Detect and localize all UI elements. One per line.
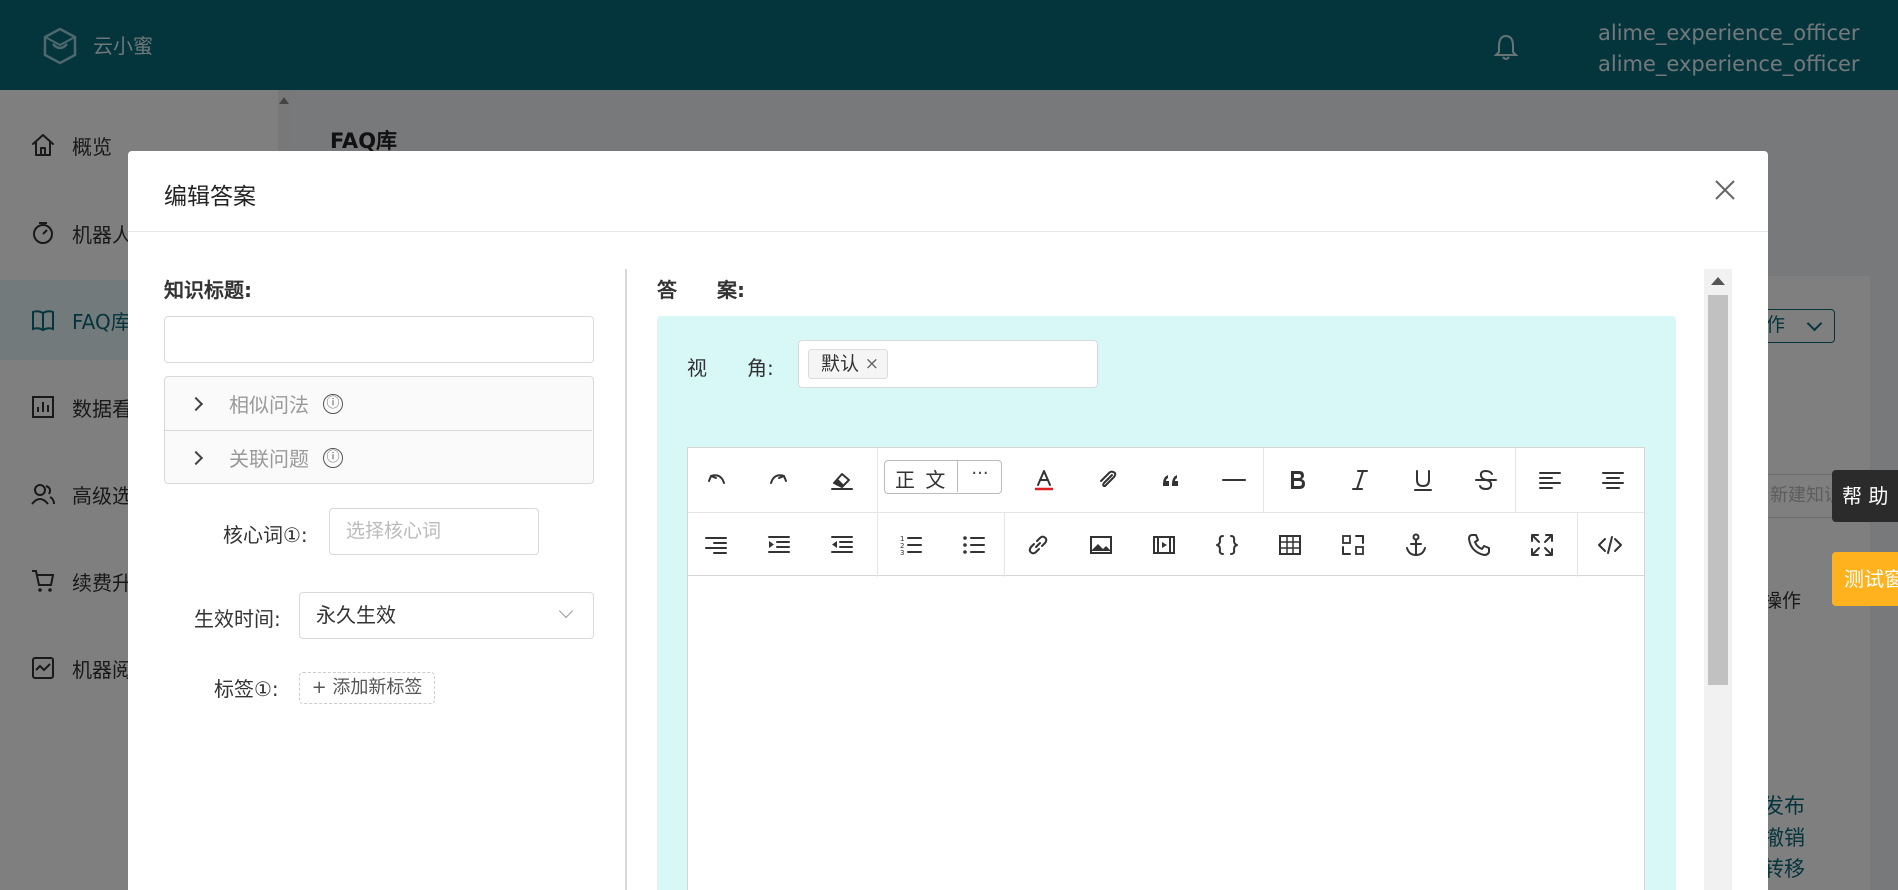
phone-icon[interactable] <box>1461 527 1497 563</box>
test-window-button[interactable]: 测试窗 <box>1832 552 1898 606</box>
knowledge-title-label: 知识标题: <box>164 278 252 302</box>
align-center-icon[interactable] <box>1595 462 1631 498</box>
toolbar-separator <box>1004 513 1005 577</box>
effective-time-label: 生效时间: <box>194 607 281 631</box>
code-braces-icon[interactable] <box>1209 527 1245 563</box>
core-word-label: 核心词①: <box>223 523 308 547</box>
view-tag-label: 默认 <box>821 353 860 375</box>
view-select[interactable]: 默认 × <box>798 340 1098 388</box>
link-icon[interactable] <box>1020 527 1056 563</box>
variable-icon[interactable] <box>1335 527 1371 563</box>
align-left-icon[interactable] <box>1532 462 1568 498</box>
undo-icon[interactable] <box>698 462 734 498</box>
similar-questions-label: 相似问法 <box>229 393 309 417</box>
dialog-title: 编辑答案 <box>164 184 256 210</box>
scroll-up-arrow-icon[interactable] <box>1711 277 1725 285</box>
toolbar-separator <box>1577 513 1578 577</box>
core-word-input[interactable]: 选择核心词 <box>329 508 539 555</box>
scrollbar-thumb[interactable] <box>1708 295 1728 685</box>
editor-content-area[interactable] <box>688 578 1644 890</box>
tag-label: 标签①: <box>214 677 279 701</box>
italic-icon[interactable] <box>1342 462 1378 498</box>
view-tag: 默认 × <box>808 349 889 379</box>
help-button[interactable]: 帮 助 <box>1832 470 1898 522</box>
dialog-scrollbar[interactable] <box>1704 269 1732 890</box>
toolbar-separator <box>877 513 878 577</box>
more-options-button[interactable]: ··· <box>957 461 1002 492</box>
rich-text-editor: 正 文 ··· 123 <box>687 447 1645 890</box>
editor-toolbar-row-2: 123 <box>688 512 1644 577</box>
info-icon[interactable]: ⓘ <box>323 393 343 414</box>
font-color-icon[interactable] <box>1026 462 1062 498</box>
quote-icon[interactable] <box>1153 462 1189 498</box>
bold-icon[interactable] <box>1279 462 1315 498</box>
edit-answer-dialog: 编辑答案 知识标题: 相似问法 ⓘ 关联问题 ⓘ 核心词①: 选择核心词 生效时… <box>128 151 1768 890</box>
horizontal-rule-icon[interactable] <box>1216 462 1252 498</box>
effective-time-select[interactable]: 永久生效 <box>299 592 594 639</box>
outdent-icon[interactable] <box>824 527 860 563</box>
core-word-placeholder: 选择核心词 <box>346 520 442 542</box>
answer-label: 答 案: <box>657 278 745 302</box>
video-icon[interactable] <box>1146 527 1182 563</box>
editor-toolbar-row-1: 正 文 ··· <box>688 448 1644 512</box>
knowledge-title-input[interactable] <box>164 316 594 363</box>
svg-text:3: 3 <box>900 549 904 557</box>
related-questions-row[interactable]: 关联问题 ⓘ <box>165 431 592 484</box>
chevron-right-icon <box>188 396 204 411</box>
anchor-icon[interactable] <box>1398 527 1434 563</box>
toolbar-separator <box>1515 448 1516 512</box>
underline-icon[interactable] <box>1405 462 1441 498</box>
chevron-down-icon <box>558 603 574 619</box>
bullet-list-icon[interactable] <box>956 527 992 563</box>
info-icon[interactable]: ⓘ <box>323 447 343 468</box>
source-code-icon[interactable] <box>1592 527 1628 563</box>
redo-icon[interactable] <box>761 462 797 498</box>
similar-questions-row[interactable]: 相似问法 ⓘ <box>165 377 592 430</box>
question-collapse-panel: 相似问法 ⓘ 关联问题 ⓘ <box>164 376 594 484</box>
add-tag-button[interactable]: + 添加新标签 <box>299 672 435 704</box>
table-icon[interactable] <box>1272 527 1308 563</box>
strikethrough-icon[interactable] <box>1468 462 1504 498</box>
ordered-list-icon[interactable]: 123 <box>893 527 929 563</box>
paragraph-style-select[interactable]: 正 文 ··· <box>884 460 1002 494</box>
attachment-icon[interactable] <box>1090 462 1126 498</box>
image-icon[interactable] <box>1083 527 1119 563</box>
column-divider <box>625 269 627 890</box>
remove-tag-icon[interactable]: × <box>865 350 879 378</box>
toolbar-separator <box>1263 448 1264 512</box>
paragraph-style-value: 正 文 <box>895 468 948 492</box>
view-label: 视 角: <box>687 356 774 380</box>
related-questions-label: 关联问题 <box>229 447 309 471</box>
align-right-icon[interactable] <box>698 527 734 563</box>
fullscreen-icon[interactable] <box>1524 527 1560 563</box>
toolbar-separator <box>877 448 878 512</box>
effective-time-value: 永久生效 <box>316 603 396 627</box>
close-icon[interactable] <box>1714 179 1736 201</box>
eraser-icon[interactable] <box>824 462 860 498</box>
indent-icon[interactable] <box>761 527 797 563</box>
chevron-right-icon <box>188 450 204 465</box>
dialog-header-divider <box>128 231 1768 232</box>
